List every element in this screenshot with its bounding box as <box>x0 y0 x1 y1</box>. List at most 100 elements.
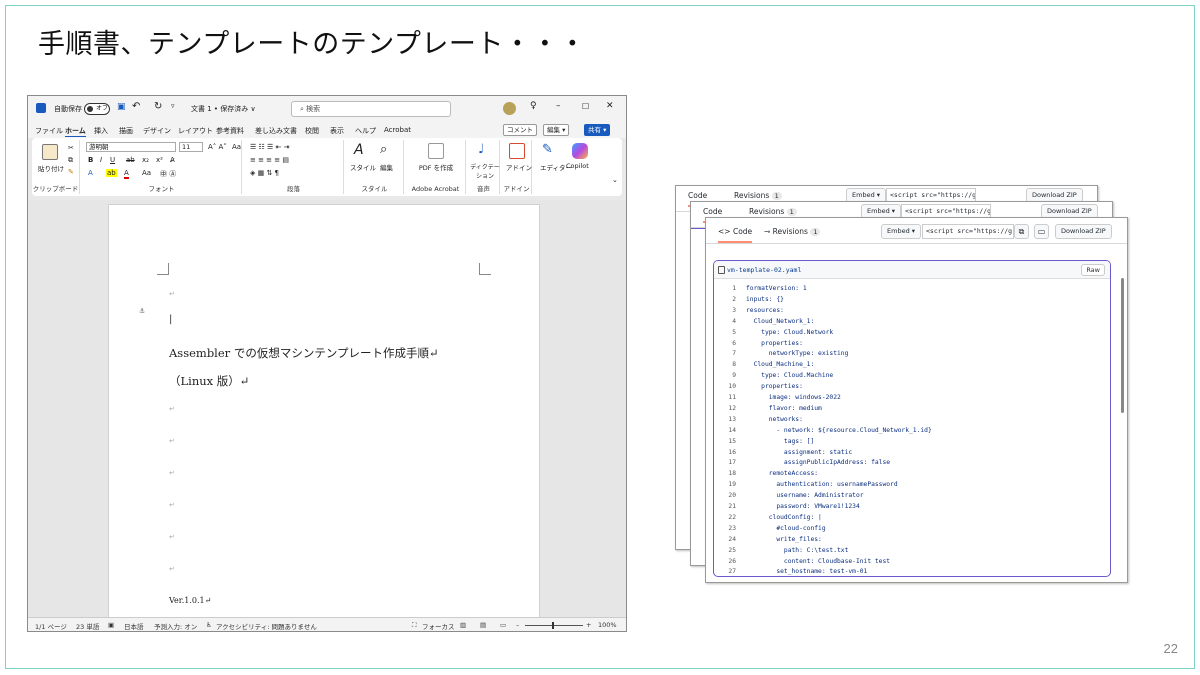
status-language[interactable]: 日本語 <box>124 621 144 631</box>
close-icon[interactable]: ✕ <box>606 101 614 111</box>
enclosed-char-icon[interactable]: ㊥ Ⓐ <box>160 169 176 179</box>
desktop-icon[interactable]: ▭ <box>1034 224 1049 239</box>
customize-icon[interactable]: ▿ <box>171 102 175 110</box>
font-name-select[interactable]: 游明朝 <box>86 142 176 152</box>
menu-home[interactable]: ホーム <box>65 126 86 137</box>
copy-icon[interactable]: ⧉ <box>1014 224 1029 239</box>
italic-icon[interactable]: I <box>100 156 102 164</box>
dictate-label[interactable]: ディクテーション <box>470 162 500 180</box>
avatar[interactable] <box>503 102 516 115</box>
revisions-tab[interactable]: Revisions 1 <box>749 207 797 216</box>
highlight-icon[interactable]: ab <box>106 169 117 177</box>
redo-icon[interactable]: ↻ <box>154 101 162 112</box>
copilot-label[interactable]: Copilot <box>566 162 589 170</box>
styles-icon[interactable]: A <box>354 142 364 158</box>
text-effects-icon[interactable]: A <box>88 169 93 177</box>
editor-icon[interactable]: ✎ <box>542 142 553 157</box>
read-mode-icon[interactable]: ▥ <box>460 621 466 629</box>
copilot-icon[interactable] <box>572 143 588 159</box>
embed-input[interactable]: <script src="https://g <box>922 224 1014 239</box>
change-case-icon[interactable]: Aa <box>232 143 241 151</box>
line-number: 7 <box>732 350 736 358</box>
raw-button[interactable]: Raw <box>1081 264 1105 276</box>
menu-review[interactable]: 校閲 <box>305 126 319 136</box>
menu-help[interactable]: ヘルプ <box>355 126 376 136</box>
revisions-icon: ⊸ <box>764 227 773 236</box>
comment-button[interactable]: コメント <box>503 124 537 136</box>
status-page[interactable]: 1/1 ページ <box>35 621 67 631</box>
embed-button[interactable]: Embed ▾ <box>881 224 922 239</box>
bold-icon[interactable]: B <box>88 156 93 164</box>
share-button[interactable]: 共有 ▾ <box>584 124 611 136</box>
proofing-icon[interactable]: ▣ <box>108 621 114 629</box>
edit-mode-button[interactable]: 編集 ▾ <box>543 124 570 136</box>
zoom-slider[interactable] <box>525 625 583 626</box>
status-zoom[interactable]: 100% <box>598 621 617 629</box>
grow-font-icon[interactable]: A˄ A˅ <box>208 143 227 151</box>
find-icon[interactable]: ⌕ <box>380 142 387 157</box>
code-text: - network: ${resource.Cloud_Network_1.id… <box>746 426 932 434</box>
zoom-slider-thumb[interactable] <box>552 622 554 629</box>
status-focus[interactable]: フォーカス <box>422 621 455 631</box>
autosave-toggle[interactable]: オフ <box>84 103 110 115</box>
clear-format-icon[interactable]: A̷ <box>170 156 175 164</box>
addins-icon[interactable] <box>509 143 525 159</box>
minimize-icon[interactable]: – <box>556 101 561 111</box>
status-words[interactable]: 23 単語 <box>76 621 99 631</box>
file-name[interactable]: vm-template-02.yaml <box>727 266 801 274</box>
shading-icon[interactable]: ◈ ▦ ⇅ ¶ <box>250 169 279 177</box>
align-icon[interactable]: ≡ ≡ ≡ ≡ ▤ <box>250 156 289 164</box>
pdf-icon[interactable] <box>428 143 444 159</box>
collapse-ribbon-icon[interactable]: ⌄ <box>612 176 618 184</box>
menu-acrobat[interactable]: Acrobat <box>384 126 411 134</box>
menu-file[interactable]: ファイル <box>35 126 63 136</box>
document-title[interactable]: 文書 1 • 保存済み ∨ <box>191 104 256 114</box>
edit-label[interactable]: 編集 <box>380 162 393 172</box>
copy-icon[interactable]: ⧉ <box>68 156 73 165</box>
font-color-icon[interactable]: A <box>124 169 129 179</box>
addins-label[interactable]: アドイン <box>506 162 532 172</box>
code-text: tags: [] <box>746 437 815 445</box>
anchor-icon: ⚓ <box>139 307 146 315</box>
zoom-in-icon[interactable]: + <box>586 621 591 629</box>
print-layout-icon[interactable]: ▤ <box>480 621 486 629</box>
underline-icon[interactable]: U <box>110 156 115 164</box>
zoom-out-icon[interactable]: – <box>516 621 519 629</box>
subscript-icon[interactable]: x₂ <box>142 156 149 164</box>
paste-label[interactable]: 貼り付け <box>38 163 64 173</box>
pdf-label[interactable]: PDF を作成 <box>416 162 456 172</box>
menu-layout[interactable]: レイアウト <box>178 126 213 136</box>
paragraph-group: ☰ ☷ ☰ ⇤ ⇥ ≡ ≡ ≡ ≡ ▤ ◈ ▦ ⇅ ¶ 段落 <box>244 140 344 194</box>
document-page[interactable]: ↵ ⚓ | Assembler での仮想マシンテンプレート作成手順↵ （Linu… <box>108 204 540 619</box>
format-painter-icon[interactable]: ✎ <box>68 168 74 176</box>
save-icon[interactable]: ▣ <box>117 102 126 112</box>
download-zip-button[interactable]: Download ZIP <box>1055 224 1112 239</box>
paste-icon[interactable] <box>42 144 58 160</box>
font-case-icon[interactable]: Aa <box>142 169 151 177</box>
menu-draw[interactable]: 描画 <box>119 126 133 136</box>
font-size-select[interactable]: 11 <box>179 142 203 152</box>
undo-icon[interactable]: ↶ <box>132 101 140 112</box>
menu-references[interactable]: 参考資料 <box>216 126 244 136</box>
revisions-tab[interactable]: Revisions 1 <box>734 191 782 200</box>
scrollbar[interactable] <box>1121 278 1124 413</box>
revisions-tab[interactable]: ⊸ Revisions 1 <box>764 227 821 236</box>
menu-mailings[interactable]: 差し込み文書 <box>255 126 297 136</box>
menu-insert[interactable]: 挿入 <box>94 126 108 136</box>
code-text: properties: <box>746 339 803 347</box>
styles-label[interactable]: スタイル <box>350 162 376 172</box>
maximize-icon[interactable]: ☐ <box>582 102 589 111</box>
menu-design[interactable]: デザイン <box>143 126 171 136</box>
web-layout-icon[interactable]: ▭ <box>500 621 506 629</box>
menu-view[interactable]: 表示 <box>330 126 344 136</box>
superscript-icon[interactable]: x² <box>156 156 163 164</box>
code-tab[interactable]: <> Code <box>718 227 753 243</box>
search-input[interactable]: ⌕ 検索 <box>291 101 451 117</box>
microphone-icon[interactable]: ♩ <box>478 142 484 157</box>
bullets-icon[interactable]: ☰ ☷ ☰ ⇤ ⇥ <box>250 143 289 151</box>
lightbulb-icon[interactable]: ♀ <box>530 101 537 111</box>
strikethrough-icon[interactable]: ab <box>126 156 135 164</box>
cut-icon[interactable]: ✂ <box>68 144 74 152</box>
status-predict[interactable]: 予測入力: オン <box>154 621 197 631</box>
status-accessibility[interactable]: アクセシビリティ: 問題ありません <box>216 621 317 631</box>
